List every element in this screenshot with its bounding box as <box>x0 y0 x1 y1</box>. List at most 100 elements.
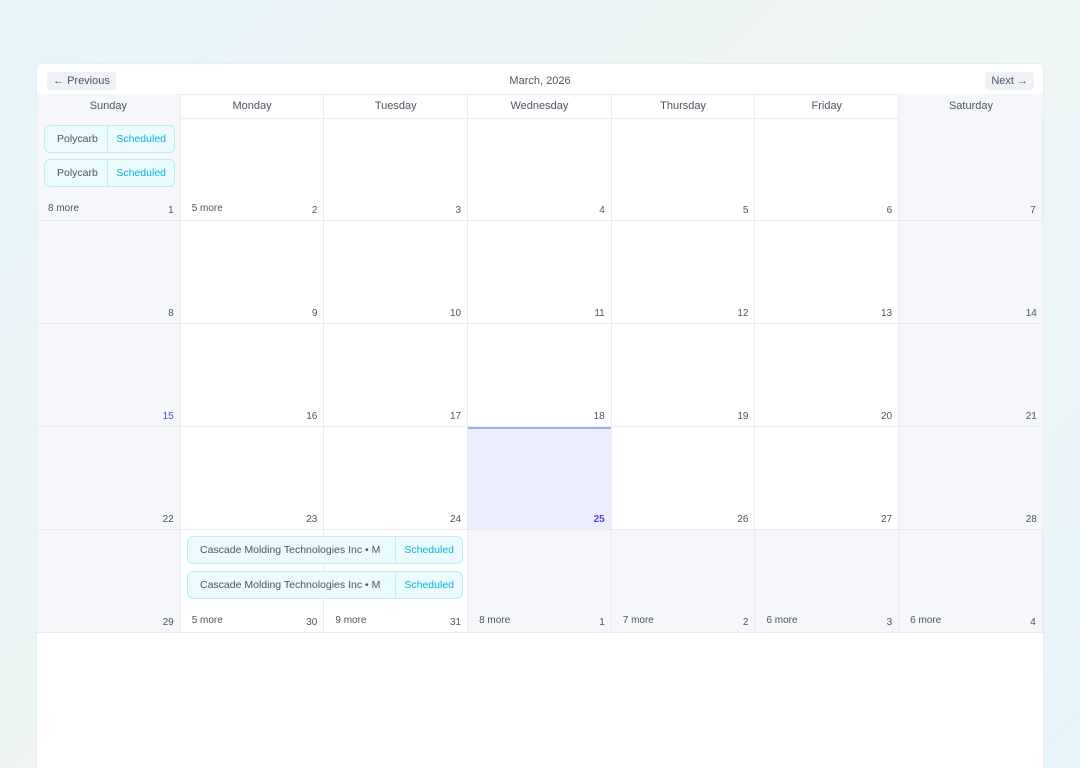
more-events-link[interactable]: 9 more <box>335 615 366 626</box>
day-number: 2 <box>311 205 318 216</box>
day-cell[interactable]: 6 <box>755 118 900 220</box>
day-cell[interactable]: 12 <box>612 221 756 323</box>
day-cell[interactable]: 22 <box>37 427 181 529</box>
day-cell[interactable]: 3 <box>324 118 469 220</box>
day-number: 18 <box>593 411 605 422</box>
day-cell[interactable]: 5 <box>612 118 756 220</box>
day-cell[interactable]: 6 more 4 <box>899 530 1043 632</box>
day-cell-today[interactable]: 25 <box>468 427 612 529</box>
day-cell[interactable]: 10 <box>324 221 469 323</box>
more-events-link[interactable]: 5 more <box>192 203 223 214</box>
day-number: 27 <box>881 514 893 525</box>
day-number: 31 <box>449 617 462 628</box>
day-number: 3 <box>886 617 893 628</box>
day-number: 16 <box>306 411 318 422</box>
day-cell[interactable]: 8 <box>37 221 181 323</box>
day-number: 10 <box>449 308 462 319</box>
day-cell[interactable]: 28 <box>899 427 1043 529</box>
event-name: Cascade Molding Technologies Inc • M <box>200 579 381 591</box>
day-cell[interactable]: 15 <box>37 324 181 426</box>
event-status: Scheduled <box>107 126 174 152</box>
event-status: Scheduled <box>395 572 462 598</box>
event-status: Scheduled <box>107 160 174 186</box>
month-grid: 8 more 1 5 more 2 3 4 5 6 7 Polycarb Sch… <box>37 118 1043 633</box>
day-cell[interactable]: 5 more 2 <box>181 118 325 220</box>
day-cell[interactable]: 20 <box>755 324 900 426</box>
day-cell[interactable]: 14 <box>899 221 1043 323</box>
more-events-link[interactable]: 7 more <box>623 615 654 626</box>
weekday-friday: Friday <box>755 94 900 118</box>
day-number: 1 <box>599 617 605 628</box>
day-number: 14 <box>1025 308 1037 319</box>
day-number: 21 <box>1025 411 1037 422</box>
day-cell[interactable]: 27 <box>755 427 900 529</box>
week-row: 15 16 17 18 19 20 21 <box>37 324 1043 427</box>
day-number: 2 <box>742 617 749 628</box>
weekday-wednesday: Wednesday <box>468 94 612 118</box>
day-number: 12 <box>737 308 749 319</box>
weekday-saturday: Saturday <box>899 94 1043 118</box>
day-cell[interactable]: 24 <box>324 427 469 529</box>
day-number: 17 <box>449 411 462 422</box>
more-events-link[interactable]: 8 more <box>479 615 510 626</box>
weekday-thursday: Thursday <box>612 94 756 118</box>
day-number: 5 <box>742 205 749 216</box>
calendar-empty-area <box>37 633 1043 768</box>
more-events-link[interactable]: 6 more <box>910 615 941 626</box>
day-cell[interactable]: 6 more 3 <box>755 530 900 632</box>
day-number: 11 <box>594 308 605 319</box>
day-cell[interactable]: 9 <box>181 221 325 323</box>
weekday-monday: Monday <box>181 94 325 118</box>
arrow-right-icon: → <box>1017 75 1028 87</box>
day-number: 1 <box>168 205 174 216</box>
day-cell[interactable]: 29 <box>37 530 181 632</box>
day-number: 7 <box>1030 205 1036 216</box>
event-chip[interactable]: Polycarb Scheduled <box>44 159 175 187</box>
day-cell[interactable]: 16 <box>181 324 325 426</box>
more-events-link[interactable]: 8 more <box>48 203 79 214</box>
weekday-sunday: Sunday <box>37 94 181 118</box>
day-cell[interactable]: 21 <box>899 324 1043 426</box>
event-name: Cascade Molding Technologies Inc • M <box>200 544 381 556</box>
day-cell[interactable]: 11 <box>468 221 612 323</box>
week-row: 8 more 1 5 more 2 3 4 5 6 7 Polycarb Sch… <box>37 118 1043 221</box>
more-events-link[interactable]: 5 more <box>192 615 223 626</box>
day-number: 23 <box>306 514 318 525</box>
week-row: 29 5 more 30 9 more 31 8 more 1 7 more 2… <box>37 530 1043 633</box>
event-name: Polycarb <box>57 133 98 145</box>
day-cell[interactable]: 13 <box>755 221 900 323</box>
event-status: Scheduled <box>395 537 462 563</box>
day-cell[interactable]: 23 <box>181 427 325 529</box>
day-number: 6 <box>886 205 893 216</box>
event-chip[interactable]: Cascade Molding Technologies Inc • M Sch… <box>187 536 463 564</box>
weekday-tuesday: Tuesday <box>324 94 469 118</box>
next-button[interactable]: Next → <box>985 72 1034 90</box>
day-number: 4 <box>1030 617 1036 628</box>
more-events-link[interactable]: 6 more <box>766 615 797 626</box>
day-number: 8 <box>168 308 174 319</box>
day-cell[interactable]: 8 more 1 <box>468 530 612 632</box>
day-number: 29 <box>162 617 174 628</box>
day-number: 9 <box>311 308 318 319</box>
day-cell[interactable]: 19 <box>612 324 756 426</box>
day-cell[interactable]: 26 <box>612 427 756 529</box>
day-number: 28 <box>1025 514 1037 525</box>
day-cell[interactable]: 4 <box>468 118 612 220</box>
day-cell[interactable]: 7 <box>899 118 1043 220</box>
day-number: 13 <box>881 308 893 319</box>
event-name: Polycarb <box>57 167 98 179</box>
calendar-toolbar: ← Previous March, 2026 Next → <box>37 64 1043 95</box>
week-row: 22 23 24 25 26 27 28 <box>37 427 1043 530</box>
day-cell[interactable]: 18 <box>468 324 612 426</box>
day-number: 22 <box>162 514 174 525</box>
day-cell[interactable]: 7 more 2 <box>611 530 756 632</box>
month-title: March, 2026 <box>509 75 571 87</box>
event-chip[interactable]: Cascade Molding Technologies Inc • M Sch… <box>187 571 463 599</box>
event-chip[interactable]: Polycarb Scheduled <box>44 125 175 153</box>
next-label: Next <box>991 75 1014 87</box>
day-number: 3 <box>455 205 462 216</box>
day-number: 20 <box>881 411 893 422</box>
week-row: 8 9 10 11 12 13 14 <box>37 221 1043 324</box>
day-number: 19 <box>737 411 749 422</box>
day-cell[interactable]: 17 <box>324 324 469 426</box>
